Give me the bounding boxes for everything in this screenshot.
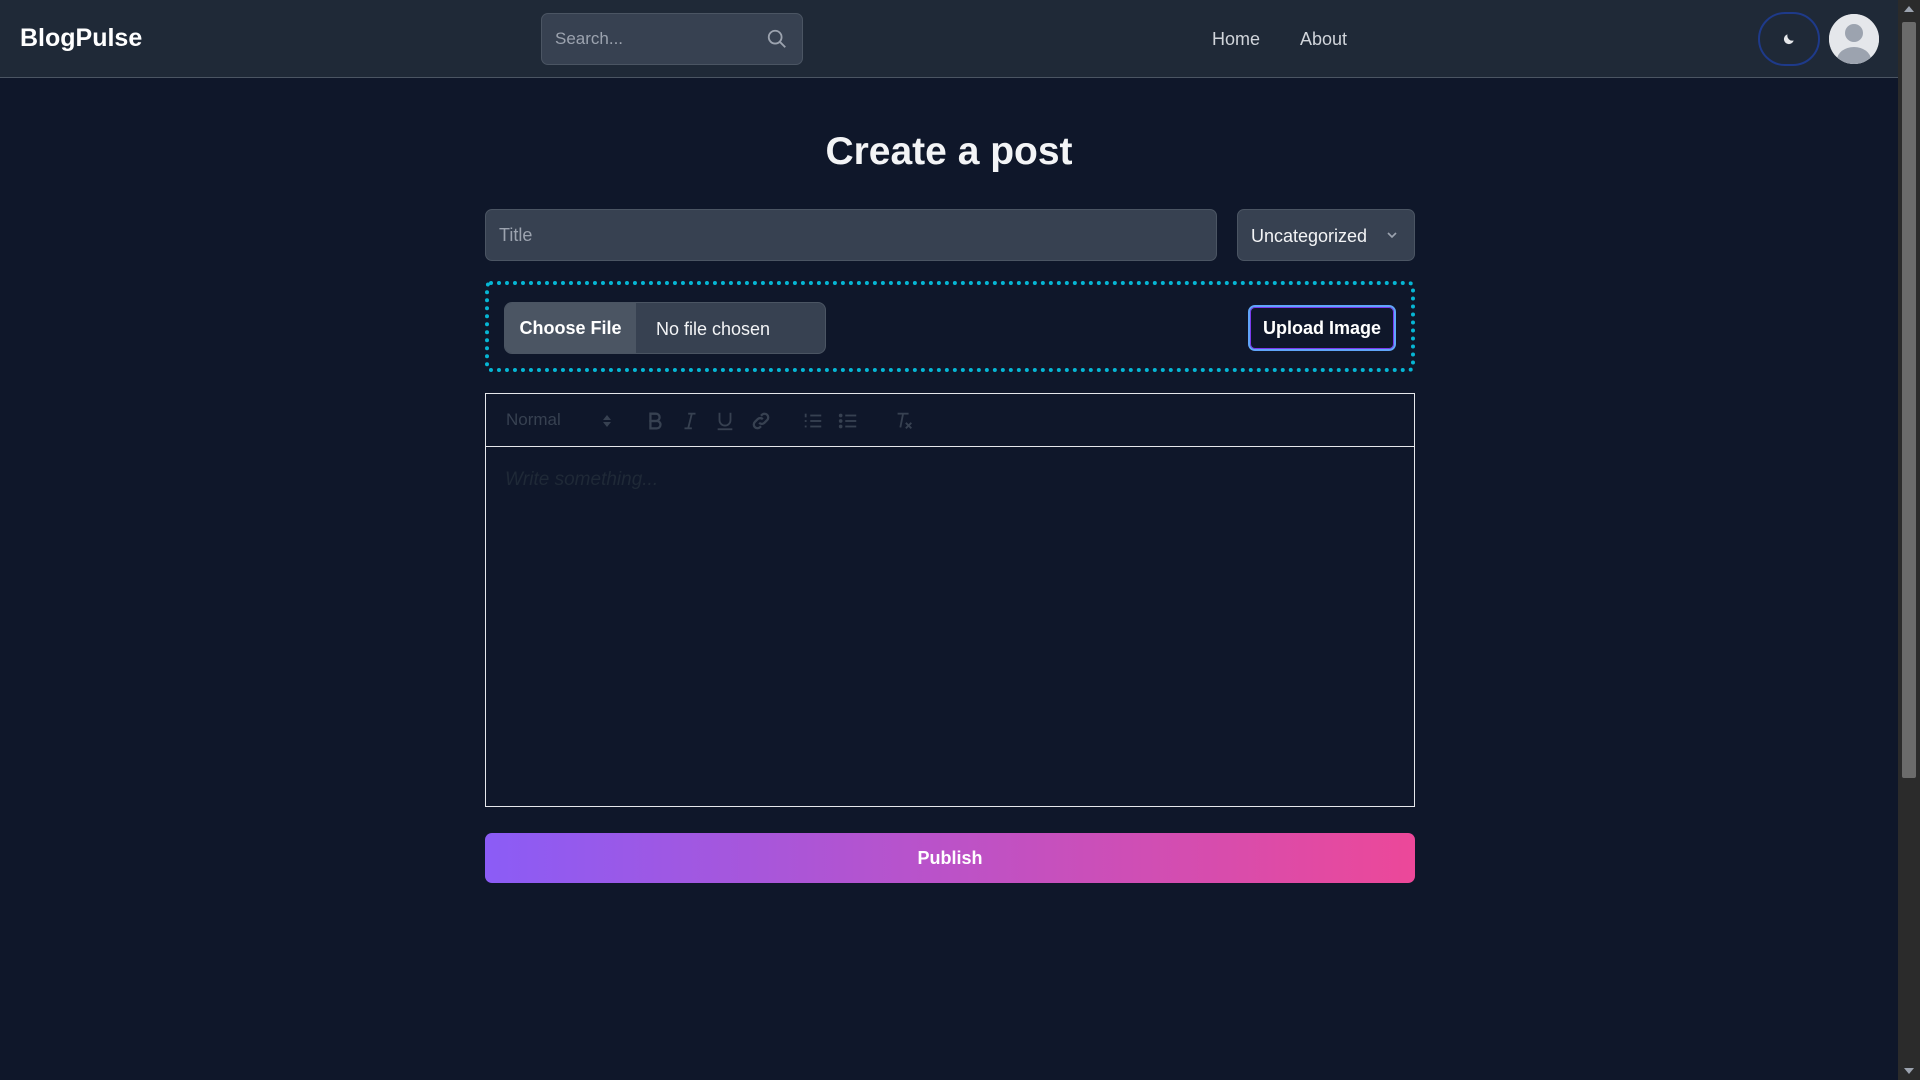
file-input[interactable]: Choose File No file chosen (504, 302, 826, 354)
search-input[interactable] (542, 14, 752, 64)
editor-placeholder: Write something... (505, 469, 659, 490)
editor-content-area[interactable]: Write something... (486, 447, 1414, 806)
italic-icon[interactable] (679, 410, 701, 432)
clear-format-icon[interactable] (893, 410, 915, 432)
post-title-input[interactable] (485, 209, 1217, 261)
upload-image-button[interactable]: Upload Image (1248, 305, 1396, 351)
ordered-list-icon[interactable] (802, 410, 824, 432)
image-upload-zone: Choose File No file chosen Upload Image (485, 281, 1415, 372)
brand-logo[interactable]: BlogPulse (20, 24, 142, 53)
category-select[interactable]: Uncategorized (1237, 209, 1415, 261)
publish-button[interactable]: Publish (485, 833, 1415, 883)
rich-text-editor: Normal Write something... (485, 393, 1415, 807)
category-selected-value: Uncategorized (1251, 226, 1368, 246)
page-scrollbar[interactable] (1898, 0, 1920, 1080)
editor-toolbar: Normal (486, 394, 1414, 447)
format-select-value: Normal (506, 410, 561, 429)
page-title: Create a post (825, 130, 1073, 173)
scroll-down-arrow-icon[interactable] (1904, 1068, 1914, 1074)
format-select[interactable]: Normal (506, 410, 612, 432)
chevron-down-icon (1387, 232, 1397, 239)
scroll-thumb[interactable] (1902, 22, 1916, 778)
nav-link-about[interactable]: About (1300, 29, 1347, 50)
user-avatar-icon (1829, 14, 1879, 64)
nav-link-home[interactable]: Home (1212, 29, 1260, 50)
navbar: BlogPulse Home About (0, 0, 1898, 78)
theme-toggle-button[interactable] (1758, 12, 1820, 66)
choose-file-button[interactable]: Choose File (505, 303, 636, 353)
file-status-text: No file chosen (656, 319, 771, 339)
search-box (541, 13, 803, 65)
link-icon[interactable] (750, 410, 772, 432)
search-icon[interactable] (766, 28, 788, 50)
moon-icon (1783, 34, 1794, 45)
user-avatar[interactable] (1829, 14, 1879, 64)
underline-icon[interactable] (714, 410, 736, 432)
bullet-list-icon[interactable] (837, 410, 859, 432)
scroll-up-arrow-icon[interactable] (1904, 6, 1914, 12)
updown-arrows-icon (603, 415, 611, 427)
bold-icon[interactable] (644, 410, 666, 432)
